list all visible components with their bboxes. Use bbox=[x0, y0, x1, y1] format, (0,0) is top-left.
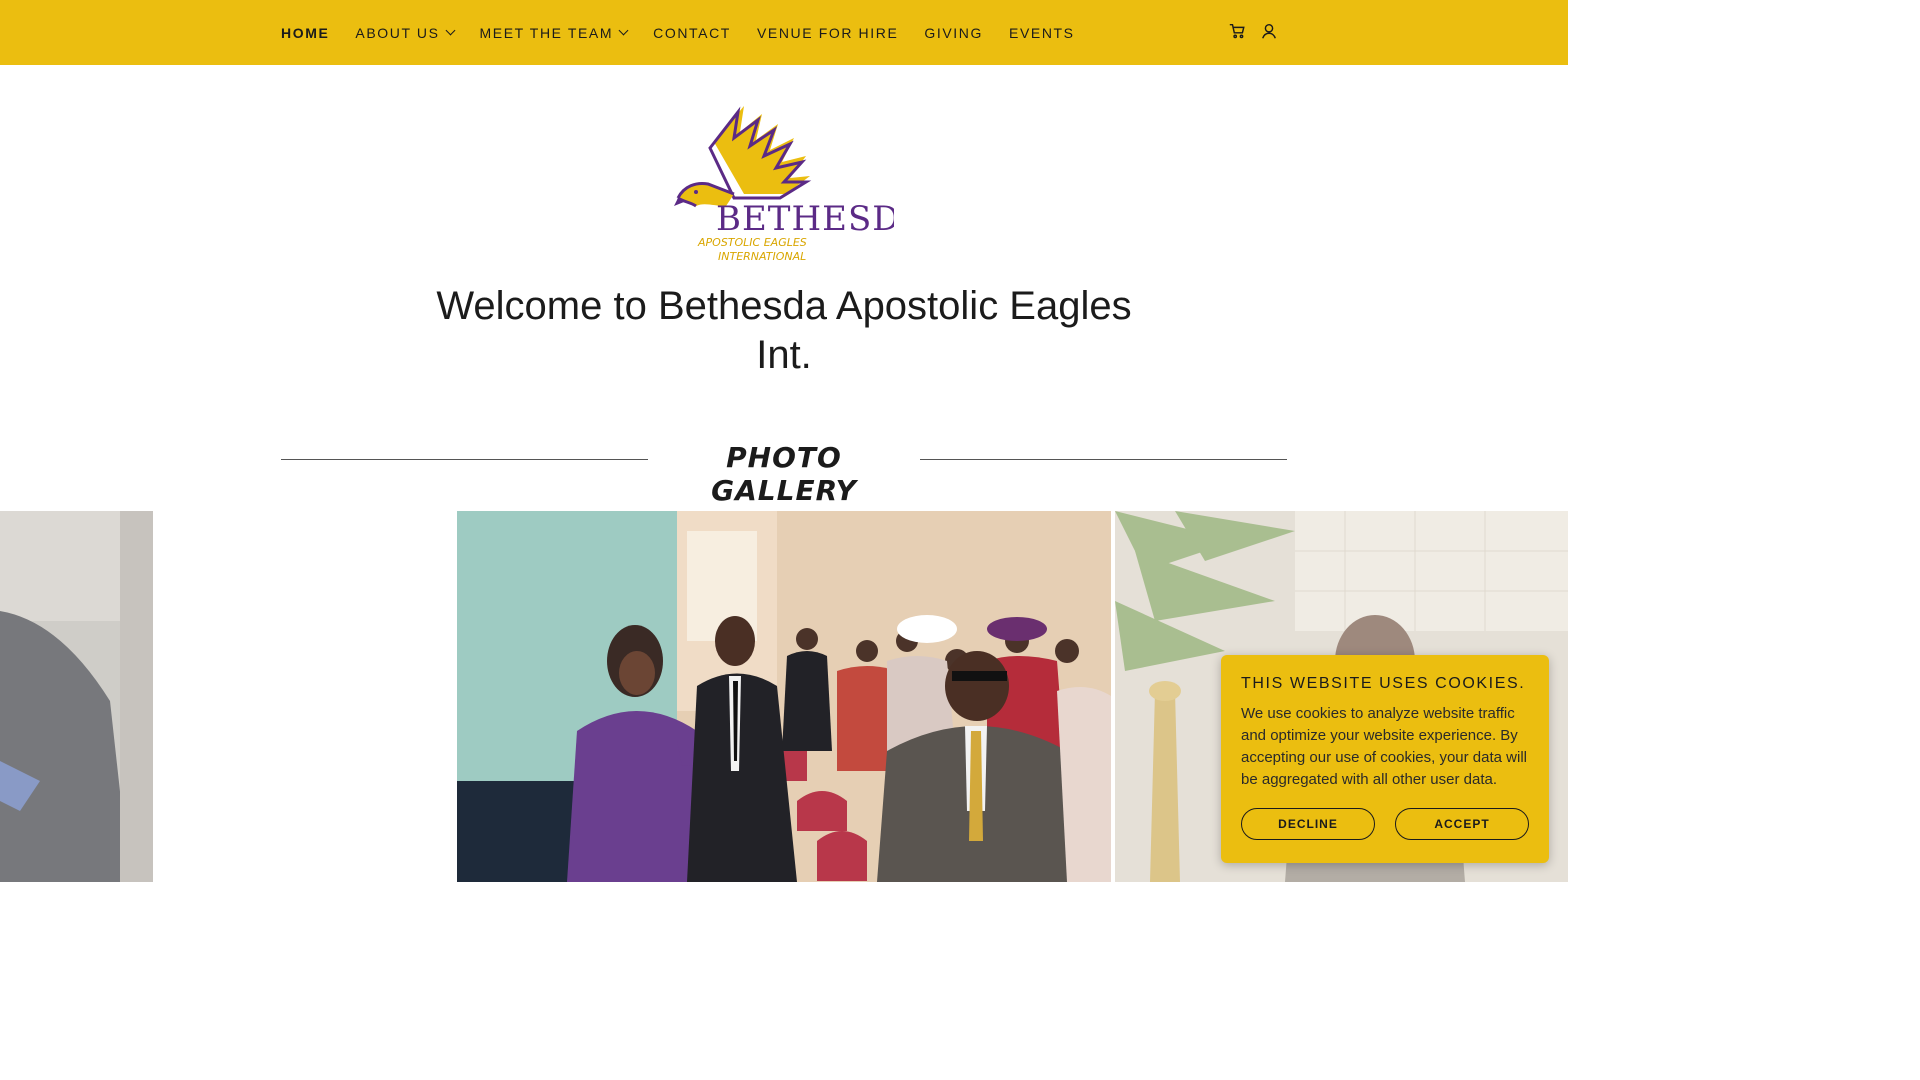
site-logo[interactable]: BETHESDA APOSTOLIC EAGLES INTERNATIONAL bbox=[674, 102, 925, 264]
nav-item-meet-the-team[interactable]: MEET THE TEAM bbox=[479, 24, 629, 41]
gallery-title: PHOTO GALLERY bbox=[711, 441, 857, 507]
gallery-photo-previous[interactable] bbox=[0, 511, 153, 882]
photo-fade-overlay bbox=[0, 511, 153, 882]
nav-item-label: EVENTS bbox=[1009, 24, 1075, 41]
nav-item-label: VENUE FOR HIRE bbox=[756, 24, 899, 41]
main-nav: HOME ABOUT US MEET THE TEAM CONTACT VENU… bbox=[281, 0, 1101, 65]
cookie-banner-title: THIS WEBSITE USES COOKIES. bbox=[1241, 675, 1526, 692]
logo-subtitle-line1: APOSTOLIC EAGLES bbox=[697, 236, 807, 249]
cookie-banner-text: We use cookies to analyze website traffi… bbox=[1241, 705, 1527, 788]
nav-item-label: GIVING bbox=[924, 24, 983, 41]
logo-subtitle-line2: INTERNATIONAL bbox=[718, 250, 806, 263]
gallery-photo-current[interactable] bbox=[457, 511, 1111, 882]
accept-cookies-button[interactable]: ACCEPT bbox=[1395, 808, 1529, 840]
nav-item-about-us[interactable]: ABOUT US bbox=[355, 24, 455, 41]
chevron-down-icon bbox=[445, 25, 455, 36]
top-navigation-bar: HOME ABOUT US MEET THE TEAM CONTACT VENU… bbox=[0, 0, 1568, 65]
page-title: Welcome to Bethesda Apostolic Eagles Int… bbox=[436, 284, 1132, 377]
logo-wordmark: BETHESDA bbox=[716, 199, 894, 239]
cart-icon[interactable] bbox=[1228, 22, 1246, 40]
nav-item-label: CONTACT bbox=[653, 24, 731, 41]
decline-cookies-button[interactable]: DECLINE bbox=[1241, 808, 1375, 840]
nav-item-label: MEET THE TEAM bbox=[479, 24, 614, 41]
divider-line-right bbox=[920, 459, 1287, 460]
nav-item-events[interactable]: EVENTS bbox=[1009, 25, 1075, 41]
gallery-heading: PHOTO GALLERY bbox=[281, 435, 1287, 507]
nav-item-home[interactable]: HOME bbox=[281, 25, 329, 41]
nav-icon-group bbox=[1228, 22, 1278, 40]
cookie-consent-banner: THIS WEBSITE USES COOKIES. We use cookie… bbox=[1221, 655, 1549, 863]
chevron-down-icon bbox=[618, 25, 629, 36]
cookie-button-group: DECLINE ACCEPT bbox=[1241, 808, 1529, 840]
nav-item-contact[interactable]: CONTACT bbox=[653, 25, 731, 41]
photo-image bbox=[457, 511, 1111, 882]
nav-item-label: ABOUT US bbox=[355, 24, 440, 41]
eagle-logo-graphic: BETHESDA APOSTOLIC EAGLES INTERNATIONAL bbox=[674, 106, 925, 263]
nav-item-label: HOME bbox=[281, 24, 330, 41]
divider-line-left bbox=[281, 459, 648, 460]
nav-item-giving[interactable]: GIVING bbox=[924, 25, 983, 41]
nav-item-venue-for-hire[interactable]: VENUE FOR HIRE bbox=[757, 25, 898, 41]
account-icon[interactable] bbox=[1260, 22, 1278, 40]
